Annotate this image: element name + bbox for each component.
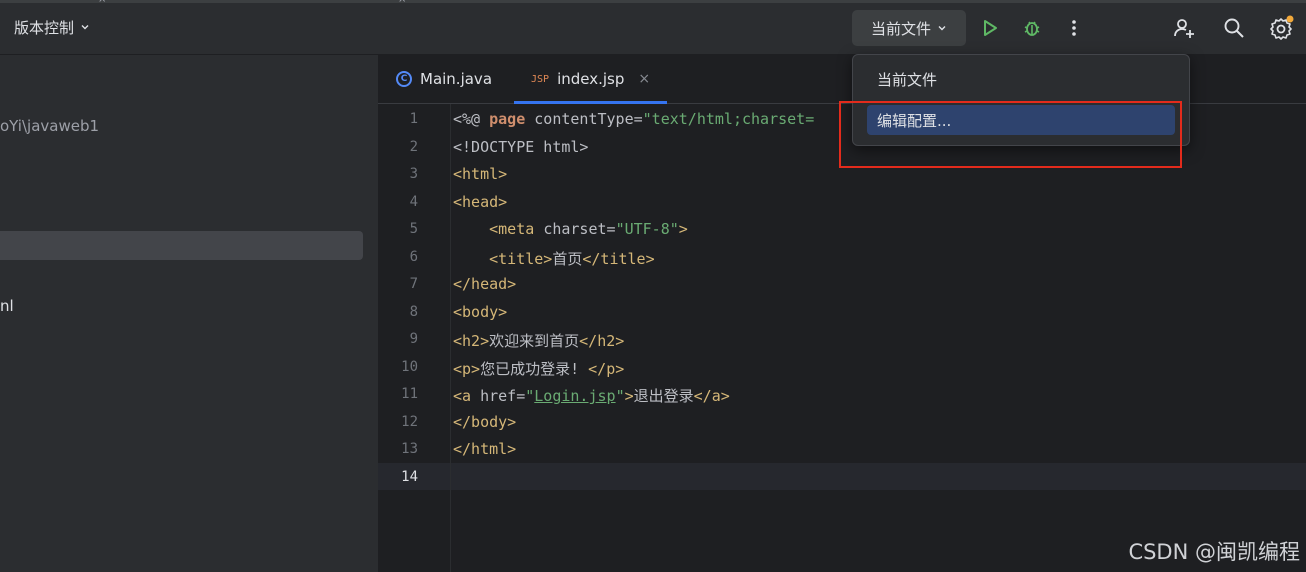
tab-label: index.jsp [557,70,625,88]
code-token: </title> [582,249,655,268]
code-token: <%@ [453,110,490,128]
code-token: page [489,110,526,128]
title-tab-strip: × × [0,0,1306,5]
line-number: 11 [401,386,418,402]
line-number: 5 [409,221,418,237]
code-token: <!DOCTYPE html> [453,137,589,156]
run-config-label: 当前文件 [870,19,931,38]
line-number: 9 [409,331,418,347]
watermark: CSDN @闽凯编程 [1128,540,1300,564]
line-number: 1 [409,111,418,127]
line-number: 10 [401,358,418,375]
add-user-icon[interactable] [1170,14,1198,42]
code-line[interactable]: </html> [453,440,516,458]
tab-label: Main.java [420,70,493,88]
code-token: <a [453,387,481,405]
code-token: <html> [453,165,508,183]
code-line[interactable]: <html> [453,165,507,183]
jsp-file-icon: JSP [531,73,550,85]
line-number: 13 [401,441,418,457]
code-token: href= [480,387,526,405]
code-token: <meta [489,220,544,238]
line-number: 8 [409,303,418,320]
line-number: 7 [409,276,418,292]
current-line-highlight [378,463,1306,490]
code-token: </html> [453,440,517,458]
code-token: " [615,387,625,405]
code-token: > [678,220,688,238]
code-token: 退出登录 [633,387,694,405]
code-editor[interactable]: 1 2 3 4 5 6 7 8 9 10 11 12 13 14 <%@ page contentType… [378,104,1306,572]
code-line[interactable]: <p>您已成功登录! </p> [453,358,624,379]
code-line[interactable]: </body> [453,413,516,431]
close-icon[interactable]: × [98,0,106,5]
notification-dot [1286,15,1294,23]
line-number: 12 [401,413,418,430]
chevron-down-icon [81,25,89,30]
run-configuration-selector[interactable]: 当前文件 [852,10,966,46]
vcs-label: 版本控制 [14,18,75,37]
code-line[interactable]: <title>首页</title> [453,248,655,269]
main-toolbar: × × 版本控制 当前文件 [0,0,1306,55]
code-token: <head> [453,192,508,211]
run-icon[interactable] [976,14,1004,42]
code-token: "text/html;charset= [642,110,815,128]
code-token: charset= [543,220,616,238]
menu-item-current-file[interactable]: 当前文件 [867,64,1175,94]
code-token: <h2> [453,332,490,350]
code-line[interactable]: <body> [453,303,507,321]
code-token: " [525,387,535,405]
code-token: "UTF-8" [615,220,679,238]
code-token: 首页 [552,249,583,268]
more-icon[interactable] [1060,14,1088,42]
tab-index-jsp[interactable]: JSP index.jsp × [514,55,668,104]
java-class-icon: C [396,71,412,87]
code-line[interactable]: </head> [453,275,516,293]
code-token: 您已成功登录! [480,359,589,378]
code-token: <p> [453,359,481,378]
project-sidebar: oYi\javaweb1 nl [0,55,378,572]
code-line[interactable]: <h2>欢迎来到首页</h2> [453,330,624,351]
code-token: </p> [588,359,625,378]
settings-icon[interactable] [1268,14,1296,42]
chevron-down-icon [938,26,946,31]
close-icon[interactable]: × [638,71,650,87]
code-token: <body> [453,302,508,321]
line-number: 6 [409,248,418,265]
code-token: 欢迎来到首页 [489,332,580,350]
code-line[interactable]: <meta charset="UTF-8"> [453,220,688,238]
line-number-gutter: 1 2 3 4 5 6 7 8 9 10 11 12 13 14 [378,104,451,572]
code-token: </head> [453,275,517,293]
code-token: <title> [489,249,553,268]
line-number: 14 [401,468,418,485]
code-token: > [624,387,634,405]
close-icon[interactable]: × [398,0,406,5]
code-line[interactable]: <%@ page contentType="text/html;charset= [453,110,814,128]
code-token: </a> [693,387,730,405]
annotation-highlight-box [839,101,1182,168]
code-token: </body> [453,412,517,431]
project-path: oYi\javaweb1 [0,117,100,135]
sidebar-item[interactable]: nl [0,297,14,315]
tab-main-java[interactable]: C Main.java [396,55,492,103]
code-line[interactable]: <head> [453,193,507,211]
line-number: 2 [409,138,418,155]
line-number: 3 [409,166,418,182]
code-token: </h2> [579,332,625,350]
line-number: 4 [409,193,418,210]
search-icon[interactable] [1220,14,1248,42]
code-line[interactable]: <a href="Login.jsp">退出登录</a> [453,385,730,406]
debug-icon[interactable] [1018,14,1046,42]
code-line[interactable]: <!DOCTYPE html> [453,138,588,156]
code-token: contentType= [525,110,643,128]
code-token: Login.jsp [534,387,616,405]
sidebar-selected-row[interactable] [0,231,363,260]
vcs-menu-button[interactable]: 版本控制 [8,13,96,41]
